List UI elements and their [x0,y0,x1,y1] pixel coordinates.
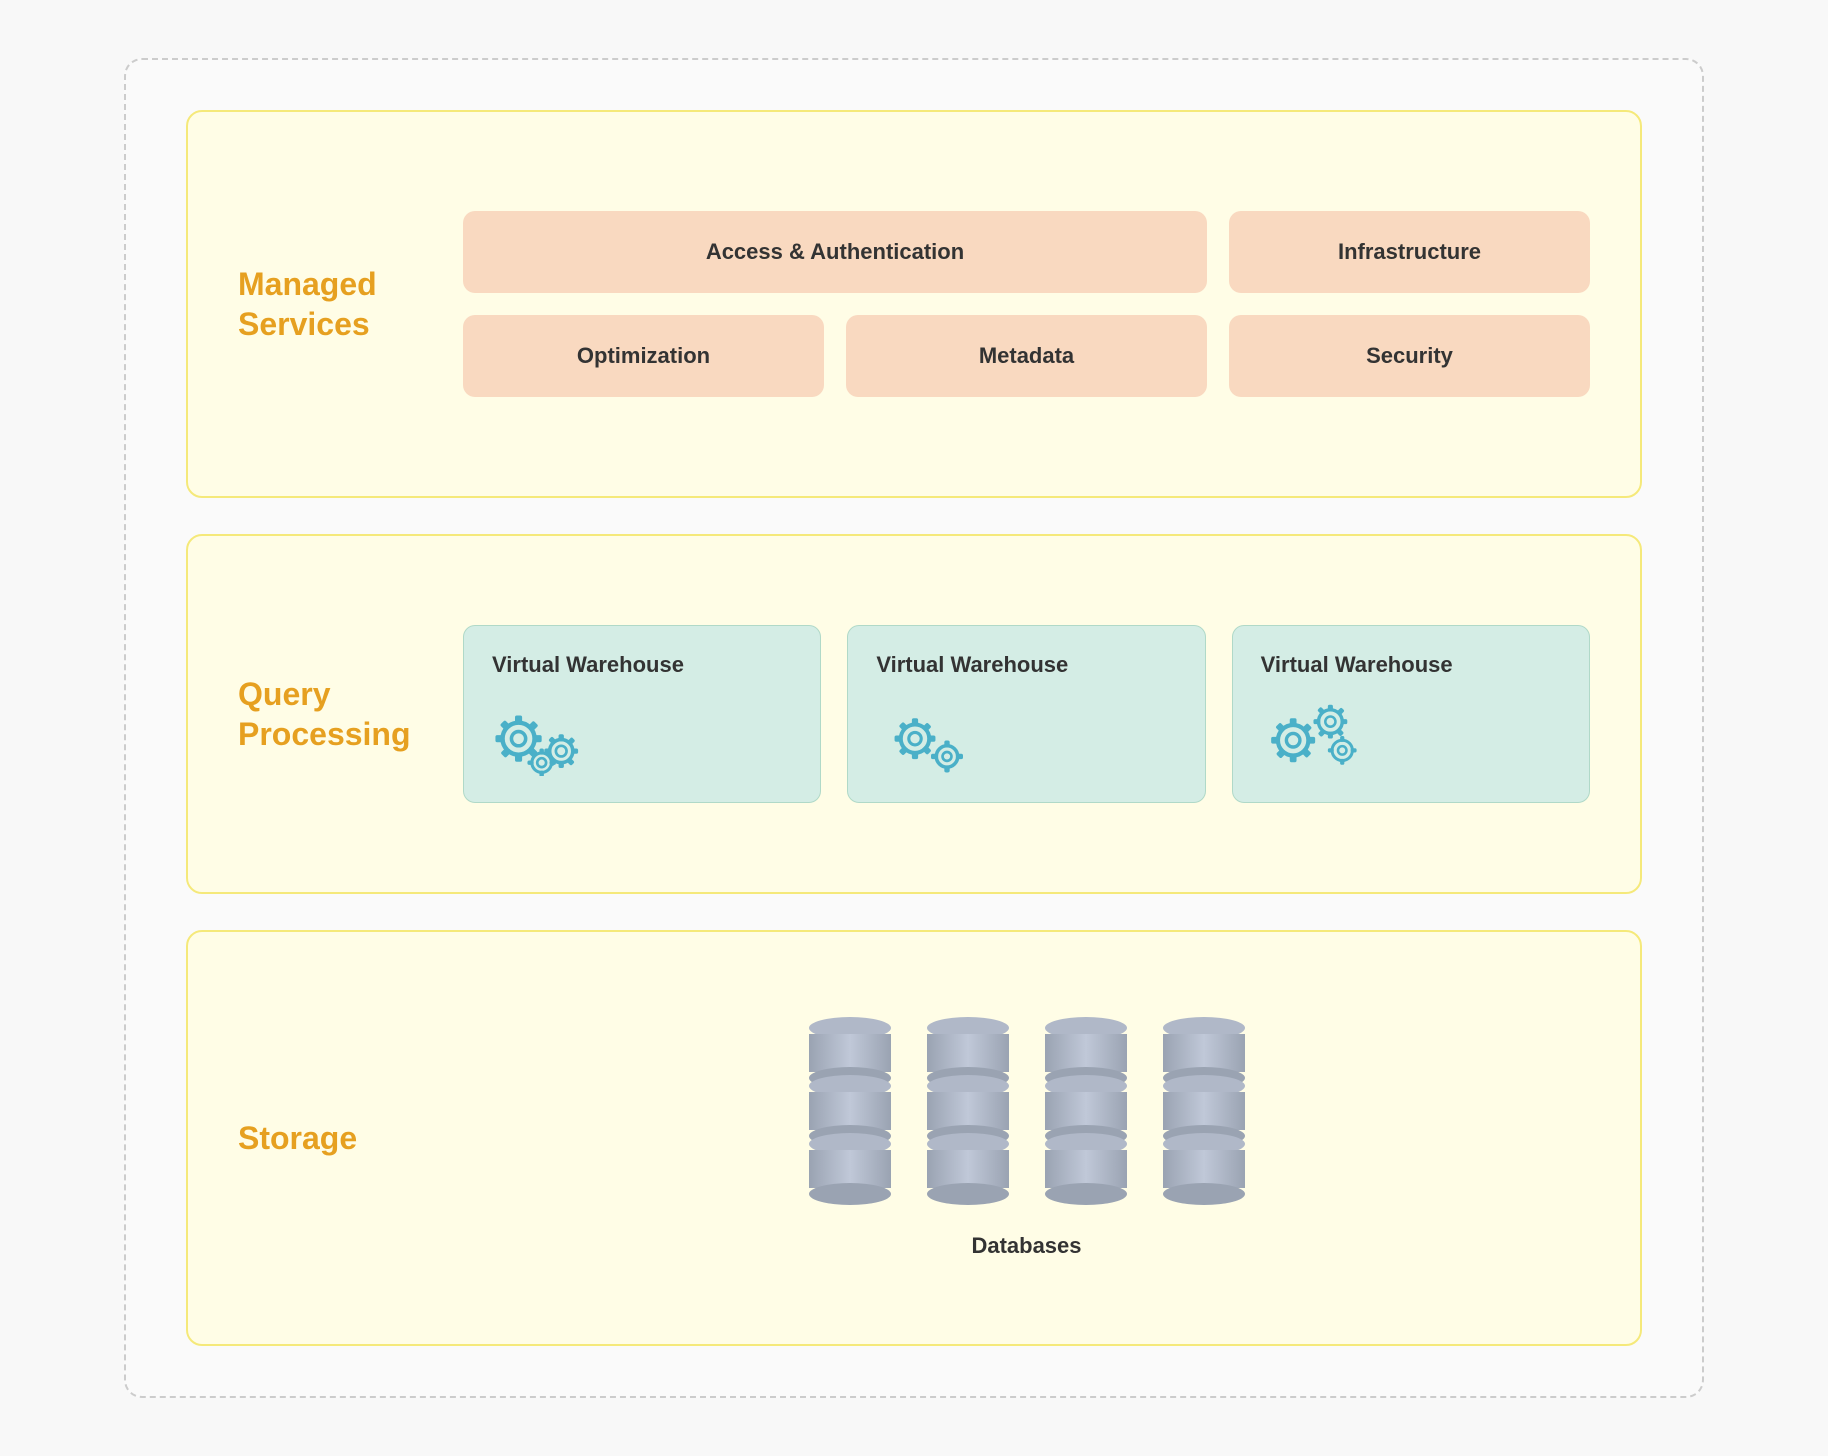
warehouse-row: Virtual Warehouse [463,625,1590,803]
managed-services-title: Managed Services [238,264,413,344]
gears-icon-2 [876,696,986,776]
db-stack-1 [809,1017,891,1205]
warehouse-card-3: Virtual Warehouse [1232,625,1590,803]
managed-card-optimization: Optimization [463,315,824,397]
managed-card-access-auth: Access & Authentication [463,211,1207,293]
managed-card-security: Security [1229,315,1590,397]
query-processing-title: Query Processing [238,674,413,754]
managed-card-metadata: Metadata [846,315,1207,397]
databases-label: Databases [971,1233,1081,1259]
managed-services-grid: Access & Authentication Infrastructure O… [463,211,1590,397]
managed-card-infrastructure: Infrastructure [1229,211,1590,293]
storage-section: Storage [186,930,1642,1346]
gears-icon-3 [1261,696,1371,776]
databases-row [809,1017,1245,1205]
storage-content: Databases [463,1017,1590,1259]
gears-icon-1 [492,696,602,776]
db-stack-4 [1163,1017,1245,1205]
db-stack-2 [927,1017,1009,1205]
storage-title: Storage [238,1118,413,1158]
warehouse-card-1: Virtual Warehouse [463,625,821,803]
db-stack-3 [1045,1017,1127,1205]
managed-services-section: Managed Services Access & Authentication… [186,110,1642,498]
warehouse-card-2: Virtual Warehouse [847,625,1205,803]
outer-frame: Managed Services Access & Authentication… [124,58,1704,1398]
query-processing-section: Query Processing Virtual Warehouse [186,534,1642,894]
